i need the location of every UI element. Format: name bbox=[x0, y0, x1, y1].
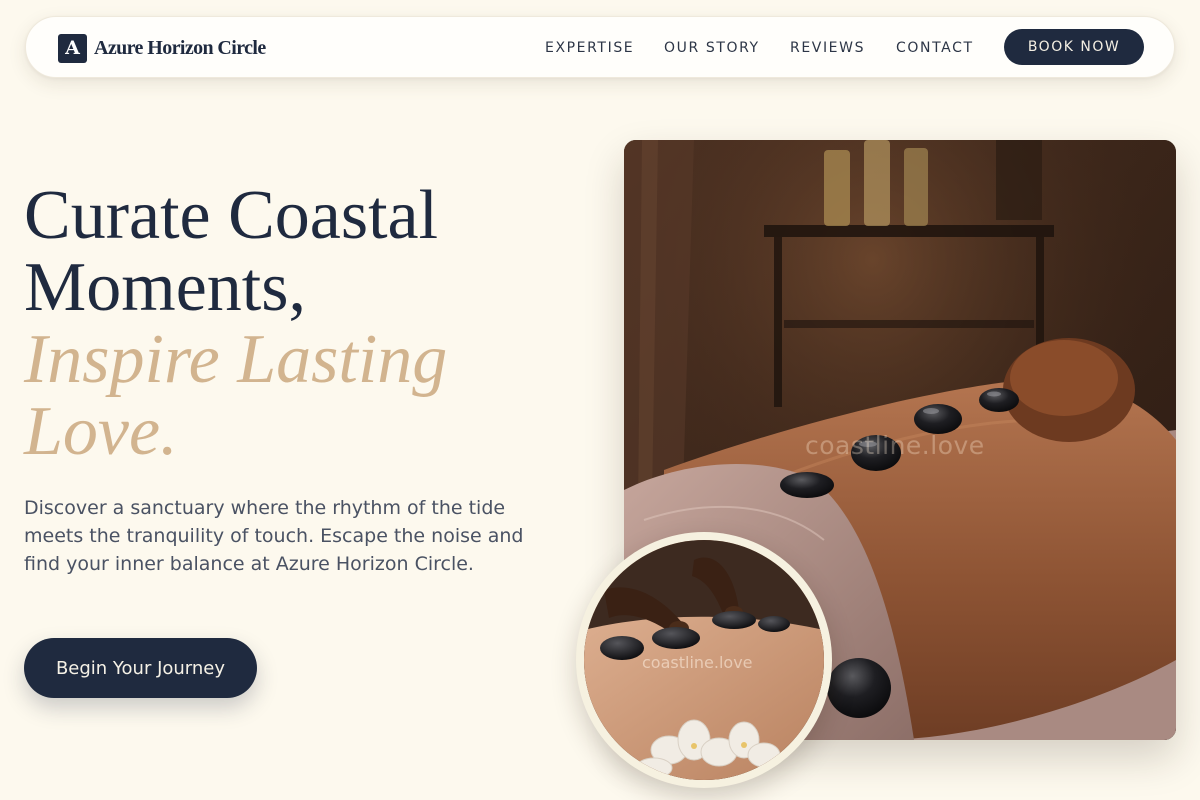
hero-inset-photo-frame: coastline.love bbox=[584, 540, 824, 780]
headline-accent-line-2: Love. bbox=[24, 393, 178, 470]
nav-link-reviews[interactable]: REVIEWS bbox=[790, 39, 865, 57]
hero-headline: Curate Coastal Moments, Inspire Lasting … bbox=[24, 180, 584, 468]
begin-journey-button[interactable]: Begin Your Journey bbox=[24, 638, 257, 698]
brand-logo[interactable]: A Azure Horizon Circle bbox=[58, 33, 266, 63]
hero-inset-photo: coastline.love bbox=[576, 532, 832, 788]
brand-mark-icon: A bbox=[58, 33, 87, 63]
hero-intro-text: Discover a sanctuary where the rhythm of… bbox=[24, 497, 524, 575]
headline-line-1: Curate Coastal bbox=[24, 177, 439, 254]
headline-accent-line-1: Inspire Lasting bbox=[24, 321, 448, 398]
nav-link-our-story[interactable]: OUR STORY bbox=[664, 39, 760, 57]
inset-photo-watermark: coastline.love bbox=[642, 653, 753, 672]
headline-line-2: Moments, bbox=[24, 249, 306, 326]
nav-link-expertise[interactable]: EXPERTISE bbox=[545, 39, 634, 57]
brand-name: Azure Horizon Circle bbox=[94, 36, 266, 59]
top-nav-bar: A Azure Horizon Circle EXPERTISE OUR STO… bbox=[25, 16, 1175, 78]
nav-link-contact[interactable]: CONTACT bbox=[896, 39, 974, 57]
main-photo-watermark: coastline.love bbox=[805, 431, 985, 460]
book-now-button[interactable]: BOOK NOW bbox=[1004, 29, 1144, 65]
